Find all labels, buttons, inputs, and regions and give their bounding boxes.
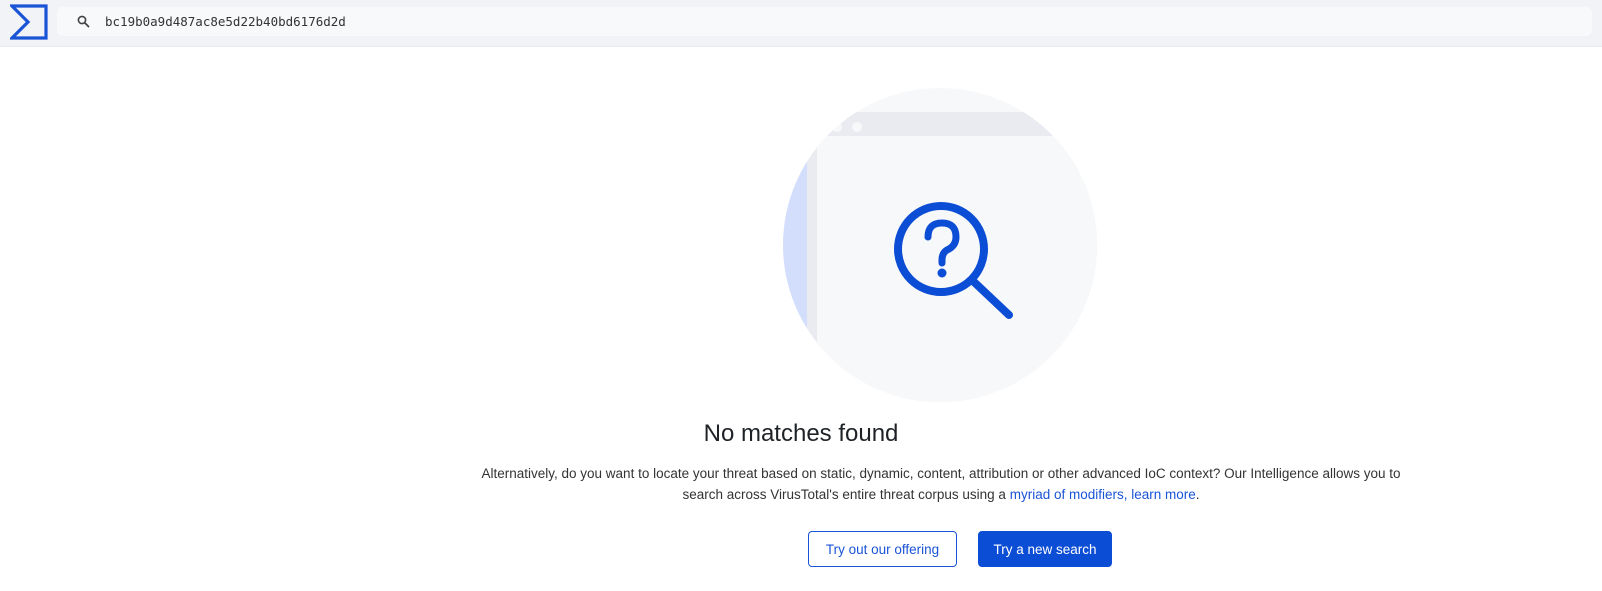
search-icon (77, 15, 90, 28)
description-text-start: Alternatively, do you want to locate you… (481, 466, 1401, 502)
description-text: Alternatively, do you want to locate you… (471, 463, 1411, 505)
top-bar (0, 0, 1602, 47)
no-results-illustration (783, 88, 1097, 402)
modifiers-learn-more-link[interactable]: myriad of modifiers, learn more (1010, 487, 1196, 502)
try-offering-button[interactable]: Try out our offering (808, 531, 957, 567)
search-input[interactable] (105, 7, 1565, 36)
search-bar[interactable] (57, 7, 1592, 36)
new-search-button[interactable]: Try a new search (978, 531, 1112, 567)
virustotal-logo-icon[interactable] (10, 4, 48, 40)
description-text-end: . (1195, 487, 1200, 502)
page-title: No matches found (703, 420, 899, 447)
